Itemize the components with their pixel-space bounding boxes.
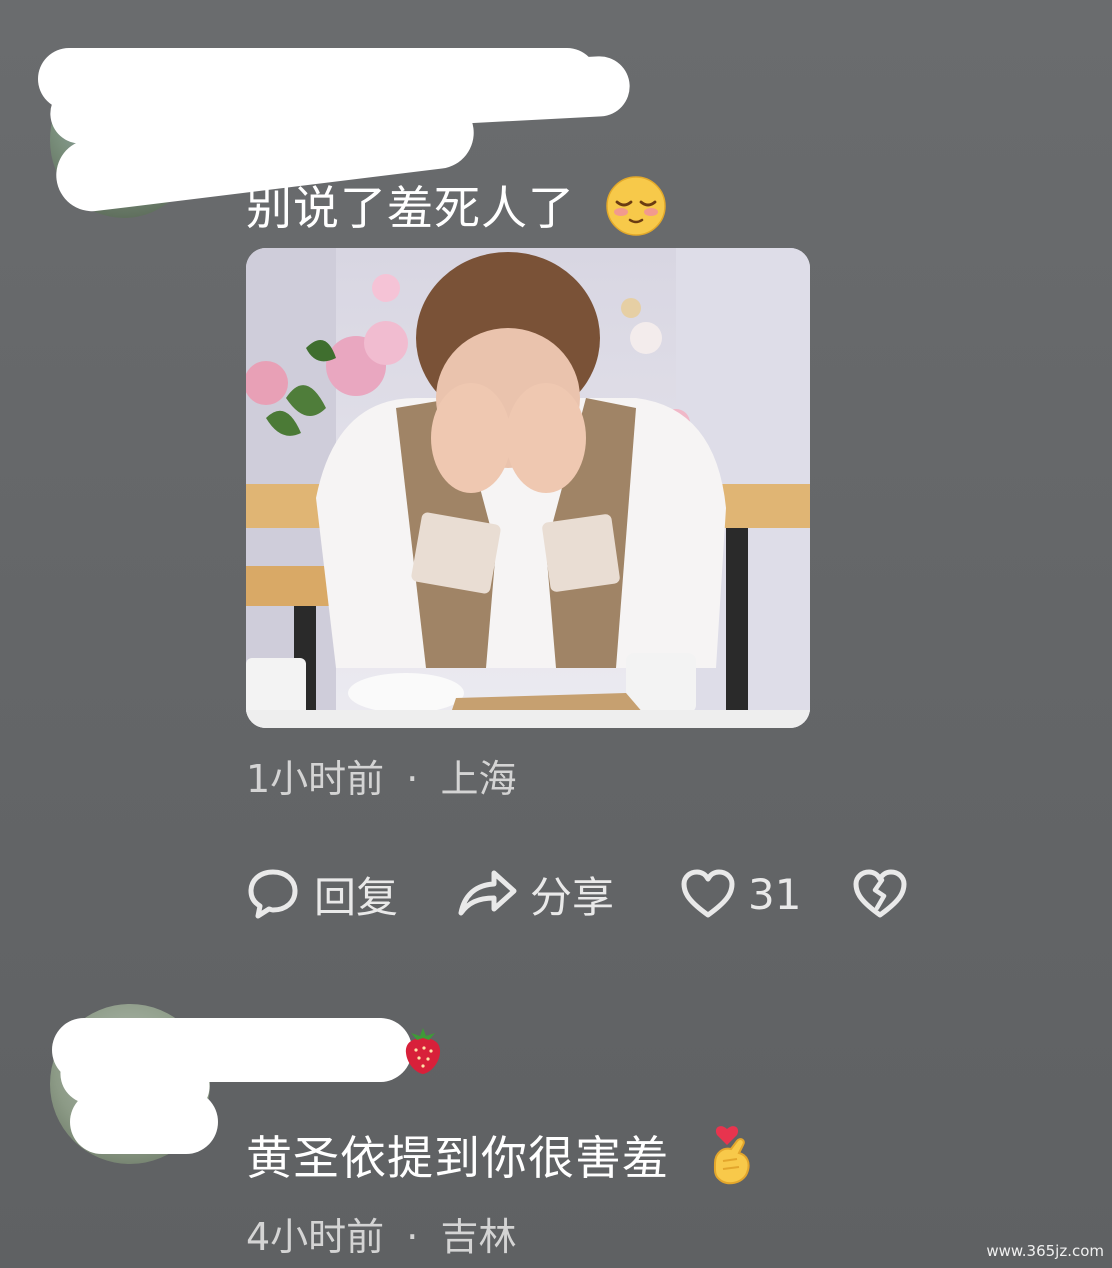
timestamp: 1小时前 (246, 757, 385, 801)
comment-text: 黄圣依提到你很害羞 (246, 1131, 669, 1185)
attached-photo[interactable] (246, 248, 810, 728)
comment-text-row: 黄圣依提到你很害羞 (246, 1122, 757, 1200)
dislike-button[interactable] (852, 864, 908, 924)
like-count: 31 (748, 869, 802, 919)
comment-bubble-icon (246, 867, 300, 921)
reply-label: 回复 (314, 872, 399, 922)
heart-icon (680, 868, 736, 920)
location: 上海 (440, 757, 517, 801)
comment-meta: 1小时前 · 上海 (246, 748, 516, 803)
meta-separator: · (406, 757, 419, 801)
username-redaction (70, 1090, 218, 1154)
comment-text-row: 别说了羞死人了 (246, 172, 667, 248)
meta-separator: · (406, 1215, 419, 1259)
like-button[interactable]: 31 (680, 864, 801, 924)
share-button[interactable]: 分享 (456, 864, 614, 924)
share-label: 分享 (530, 872, 615, 922)
location: 吉林 (440, 1215, 517, 1259)
comment-text: 别说了羞死人了 (246, 181, 575, 235)
share-arrow-icon (456, 867, 520, 921)
strawberry-icon (402, 1024, 444, 1080)
shy-face-emoji-icon (605, 175, 667, 248)
broken-heart-icon (852, 868, 908, 920)
finger-heart-icon (707, 1123, 757, 1200)
timestamp: 4小时前 (246, 1215, 385, 1259)
comment-meta: 4小时前 · 吉林 (246, 1206, 516, 1261)
reply-button[interactable]: 回复 (246, 864, 398, 924)
watermark: www.365jz.com (986, 1242, 1104, 1260)
